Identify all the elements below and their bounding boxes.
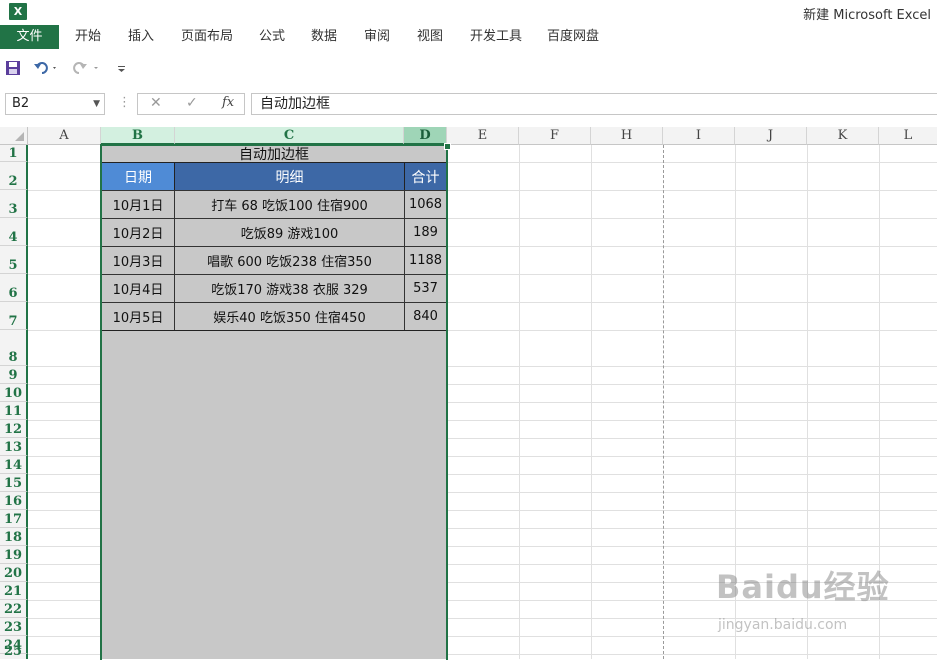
row-header-17[interactable]: 17 (0, 510, 28, 528)
undo-icon[interactable] (33, 60, 59, 80)
chevron-down-icon[interactable]: ▼ (93, 94, 100, 114)
row-header-11[interactable]: 11 (0, 402, 28, 420)
row-header-6[interactable]: 6 (0, 274, 28, 302)
tab-page-layout[interactable]: 页面布局 (181, 25, 233, 49)
row-header-7[interactable]: 7 (0, 302, 28, 330)
row-header-23[interactable]: 23 (0, 618, 28, 636)
column-header-f[interactable]: F (519, 127, 591, 145)
cancel-icon[interactable]: ✕ (150, 95, 162, 111)
column-header-e[interactable]: E (447, 127, 519, 145)
column-header-c[interactable]: C (175, 127, 404, 145)
enter-icon[interactable]: ✓ (186, 95, 198, 111)
fill-handle[interactable] (444, 143, 451, 150)
row-header-14[interactable]: 14 (0, 456, 28, 474)
row-header-12[interactable]: 12 (0, 420, 28, 438)
column-header-d[interactable]: D (404, 127, 447, 145)
row-header-4[interactable]: 4 (0, 218, 28, 246)
insert-function-icon[interactable]: fx (222, 95, 234, 110)
column-header-a[interactable]: A (28, 127, 101, 145)
formula-bar-grip-icon: ⋮ (118, 95, 131, 110)
row-header-15[interactable]: 15 (0, 474, 28, 492)
row-header-9[interactable]: 9 (0, 366, 28, 384)
row-header-18[interactable]: 18 (0, 528, 28, 546)
selection-border (100, 144, 448, 660)
redo-icon[interactable] (72, 60, 102, 80)
save-icon[interactable] (5, 60, 21, 80)
tab-baidu-netdisk[interactable]: 百度网盘 (547, 25, 599, 49)
row-header-13[interactable]: 13 (0, 438, 28, 456)
tab-insert[interactable]: 插入 (128, 25, 154, 49)
column-header-i[interactable]: J (735, 127, 807, 145)
row-header-16[interactable]: 16 (0, 492, 28, 510)
page-break-line (663, 145, 664, 659)
tab-developer[interactable]: 开发工具 (470, 25, 522, 49)
row-header-10[interactable]: 10 (0, 384, 28, 402)
row-header-25[interactable]: 25 (0, 644, 28, 659)
tab-home[interactable]: 开始 (75, 25, 101, 49)
row-header-21[interactable]: 21 (0, 582, 28, 600)
window-title: 新建 Microsoft Excel (803, 8, 931, 23)
customize-toolbar-icon[interactable] (117, 60, 127, 80)
name-box-value: B2 (12, 96, 30, 111)
row-header-5[interactable]: 5 (0, 246, 28, 274)
tab-review[interactable]: 审阅 (364, 25, 390, 49)
watermark-url: jingyan.baidu.com (718, 617, 848, 633)
excel-logo-icon: X (9, 3, 27, 20)
ribbon-tabs: 文件 开始 插入 页面布局 公式 数据 审阅 视图 开发工具 百度网盘 (0, 24, 937, 50)
row-header-20[interactable]: 20 (0, 564, 28, 582)
column-header-j[interactable]: K (807, 127, 879, 145)
watermark-brand: Baidu经验 (716, 568, 890, 606)
row-header-1[interactable]: 1 (0, 145, 28, 162)
formula-buttons: ✕ ✓ fx (137, 93, 245, 115)
tab-data[interactable]: 数据 (311, 25, 337, 49)
row-header-22[interactable]: 22 (0, 600, 28, 618)
quick-access-toolbar (0, 56, 937, 84)
tab-file[interactable]: 文件 (0, 25, 59, 49)
formula-input[interactable]: 自动加边框 (251, 93, 937, 115)
column-header-h[interactable]: I (663, 127, 735, 145)
row-header-19[interactable]: 19 (0, 546, 28, 564)
column-header-b[interactable]: B (101, 127, 175, 145)
column-header-k[interactable]: L (879, 127, 937, 145)
baidu-watermark: Baidu经验 jingyan.baidu.com (716, 562, 890, 633)
formula-bar: B2 ▼ ⋮ ✕ ✓ fx 自动加边框 (0, 92, 937, 118)
tab-formulas[interactable]: 公式 (259, 25, 285, 49)
row-header-3[interactable]: 3 (0, 190, 28, 218)
title-bar: X 新建 Microsoft Excel (0, 0, 937, 24)
select-all-corner[interactable] (0, 127, 28, 145)
tab-view[interactable]: 视图 (417, 25, 443, 49)
name-box[interactable]: B2 ▼ (5, 93, 105, 115)
row-header-2[interactable]: 2 (0, 162, 28, 190)
column-header-g[interactable]: H (591, 127, 663, 145)
row-header-8[interactable]: 8 (0, 330, 28, 366)
